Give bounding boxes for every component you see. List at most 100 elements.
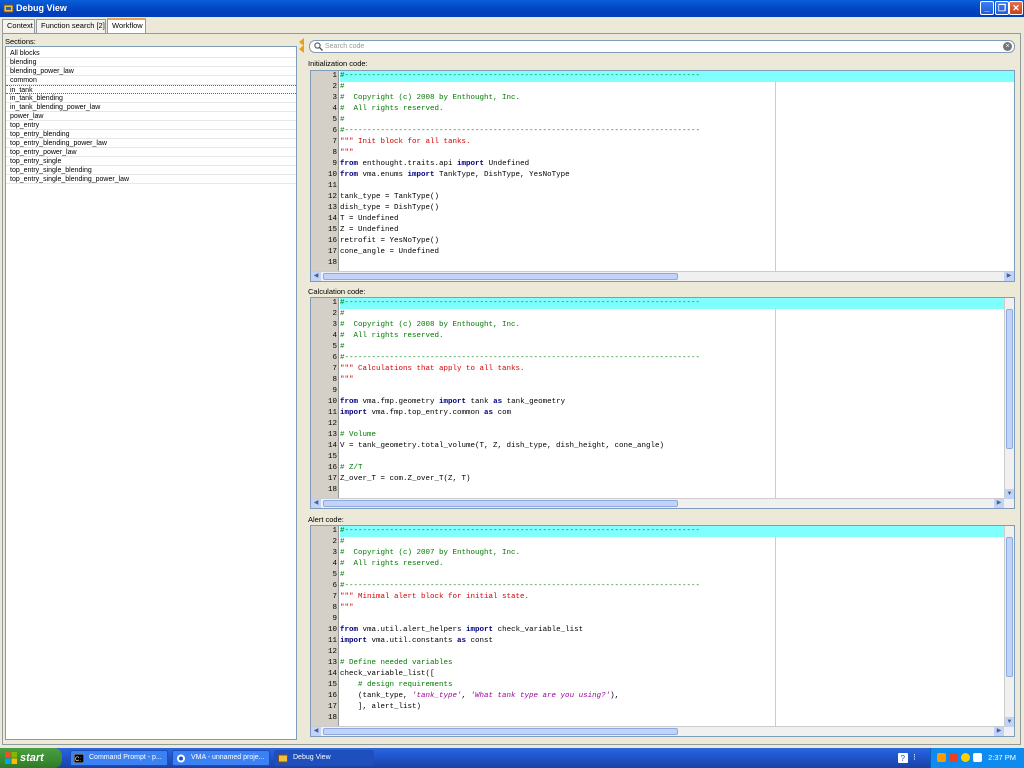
code-line[interactable] [340,181,1014,192]
code-line[interactable]: #---------------------------------------… [340,526,1004,537]
code-line[interactable]: #---------------------------------------… [340,126,1014,137]
code-line[interactable]: # All rights reserved. [340,104,1014,115]
calculation-code-editor[interactable]: 1 2 3 4 5 6 7 8 9 10 11 12 13 14 15 16 17 18 #------------… [310,297,1015,509]
code-line[interactable]: # [340,570,1004,581]
code-line[interactable]: # Copyright (c) 2007 by Enthought, Inc. [340,548,1004,559]
code-line[interactable]: from vma.fmp.geometry import tank as tan… [340,397,1004,408]
code-line[interactable]: # Copyright (c) 2008 by Enthought, Inc. [340,320,1004,331]
taskbar-button-vma[interactable]: VMA - unnamed proje... [172,750,270,766]
code-line[interactable]: # [340,309,1004,320]
code-line[interactable] [340,452,1004,463]
code-line[interactable]: T = Undefined [340,214,1014,225]
clear-search-icon[interactable]: × [1003,42,1012,51]
help-icon[interactable]: ? [898,753,908,763]
scroll-right-button[interactable]: ▶ [994,727,1004,736]
vertical-scrollbar[interactable]: ▼ [1004,526,1014,727]
code-line[interactable]: import vma.fmp.top_entry.common as com [340,408,1004,419]
tab-workflow[interactable]: Workflow [107,18,146,33]
scroll-left-button[interactable]: ◀ [311,499,321,508]
section-item[interactable]: All blocks [6,49,296,58]
code-area[interactable]: #---------------------------------------… [340,298,1004,498]
code-line[interactable]: """ Init block for all tanks. [340,137,1014,148]
section-item[interactable]: top_entry_blending_power_law [6,139,296,148]
scroll-thumb[interactable] [323,728,678,735]
code-line[interactable]: cone_angle = Undefined [340,247,1014,258]
code-line[interactable]: # [340,82,1014,93]
alert-code-editor[interactable]: 1 2 3 4 5 6 7 8 9 10 11 12 13 14 15 16 17 18 #------------… [310,525,1015,737]
restore-button[interactable]: ❐ [995,1,1009,15]
code-line[interactable]: from vma.util.alert_helpers import check… [340,625,1004,636]
section-item[interactable]: top_entry [6,121,296,130]
scroll-left-button[interactable]: ◀ [311,727,321,736]
code-line[interactable]: """ [340,375,1004,386]
code-line[interactable]: # All rights reserved. [340,559,1004,570]
code-line[interactable] [340,713,1004,724]
code-line[interactable]: # Copyright (c) 2008 by Enthought, Inc. [340,93,1014,104]
code-line[interactable]: #---------------------------------------… [340,353,1004,364]
start-button[interactable]: start [0,748,62,768]
scroll-thumb[interactable] [1006,537,1013,677]
minimize-button[interactable]: _ [980,1,994,15]
code-line[interactable]: Z_over_T = com.Z_over_T(Z, T) [340,474,1004,485]
code-line[interactable] [340,485,1004,496]
scroll-thumb[interactable] [1006,309,1013,449]
code-line[interactable]: # Define needed variables [340,658,1004,669]
code-line[interactable]: # Volume [340,430,1004,441]
section-item[interactable]: in_tank [6,85,296,94]
code-line[interactable]: V = tank_geometry.total_volume(T, Z, dis… [340,441,1004,452]
scroll-right-button[interactable]: ▶ [1004,272,1014,281]
code-line[interactable]: (tank_type, 'tank_type', 'What tank type… [340,691,1004,702]
code-line[interactable]: # [340,115,1014,126]
section-item[interactable]: power_law [6,112,296,121]
title-bar[interactable]: Debug View _ ❐ ✕ [0,0,1024,17]
tab-function-search[interactable]: Function search [2] [36,19,106,33]
code-line[interactable]: dish_type = DishType() [340,203,1014,214]
code-line[interactable]: from enthought.traits.api import Undefin… [340,159,1014,170]
taskbar-button-debug-view[interactable]: Debug View [274,750,374,766]
code-line[interactable]: # [340,537,1004,548]
scroll-down-button[interactable]: ▼ [1005,489,1014,499]
section-item[interactable]: blending [6,58,296,67]
search-input[interactable]: Search code × [309,40,1015,53]
sections-list[interactable]: All blocks blending blending_power_law comm… [5,46,297,740]
code-line[interactable] [340,258,1014,269]
language-icon[interactable]: ⁝ [913,752,919,764]
section-item[interactable]: top_entry_single_blending_power_law [6,175,296,184]
code-line[interactable]: #---------------------------------------… [340,581,1004,592]
code-line[interactable]: """ [340,603,1004,614]
code-line[interactable]: """ Minimal alert block for initial stat… [340,592,1004,603]
section-item[interactable]: top_entry_single_blending [6,166,296,175]
scroll-thumb[interactable] [323,273,678,280]
code-line[interactable] [340,647,1004,658]
section-item[interactable]: top_entry_blending [6,130,296,139]
code-line[interactable]: #---------------------------------------… [340,298,1004,309]
code-line[interactable]: # Z/T [340,463,1004,474]
code-line[interactable]: # All rights reserved. [340,331,1004,342]
scroll-left-button[interactable]: ◀ [311,272,321,281]
code-line[interactable] [340,386,1004,397]
tray-network-icon[interactable] [961,753,970,762]
section-item[interactable]: in_tank_blending_power_law [6,103,296,112]
horizontal-scrollbar[interactable]: ◀ ▶ [311,271,1014,281]
horizontal-scrollbar[interactable]: ◀ ▶ [311,726,1014,736]
section-item[interactable]: common [6,76,296,85]
tray-volume-icon[interactable] [973,753,982,762]
code-line[interactable]: """ Calculations that apply to all tanks… [340,364,1004,375]
code-line[interactable] [340,614,1004,625]
section-item[interactable]: in_tank_blending [6,94,296,103]
code-line[interactable]: #---------------------------------------… [340,71,1014,82]
code-line[interactable]: # [340,342,1004,353]
close-button[interactable]: ✕ [1009,1,1023,15]
code-line[interactable]: tank_type = TankType() [340,192,1014,203]
code-line[interactable]: """ [340,148,1014,159]
initialization-code-editor[interactable]: 1 2 3 4 5 6 7 8 9 10 11 12 13 14 15 16 17 18 #------------… [310,70,1015,282]
code-line[interactable]: from vma.enums import TankType, DishType… [340,170,1014,181]
tab-context[interactable]: Context [2,19,35,33]
vertical-scrollbar[interactable]: ▼ [1004,298,1014,499]
tray-shield-icon[interactable] [949,753,958,762]
scroll-down-button[interactable]: ▼ [1005,717,1014,727]
code-line[interactable]: retrofit = YesNoType() [340,236,1014,247]
code-line[interactable] [340,419,1004,430]
code-area[interactable]: #---------------------------------------… [340,526,1004,726]
tray-app-icon[interactable] [937,753,946,762]
